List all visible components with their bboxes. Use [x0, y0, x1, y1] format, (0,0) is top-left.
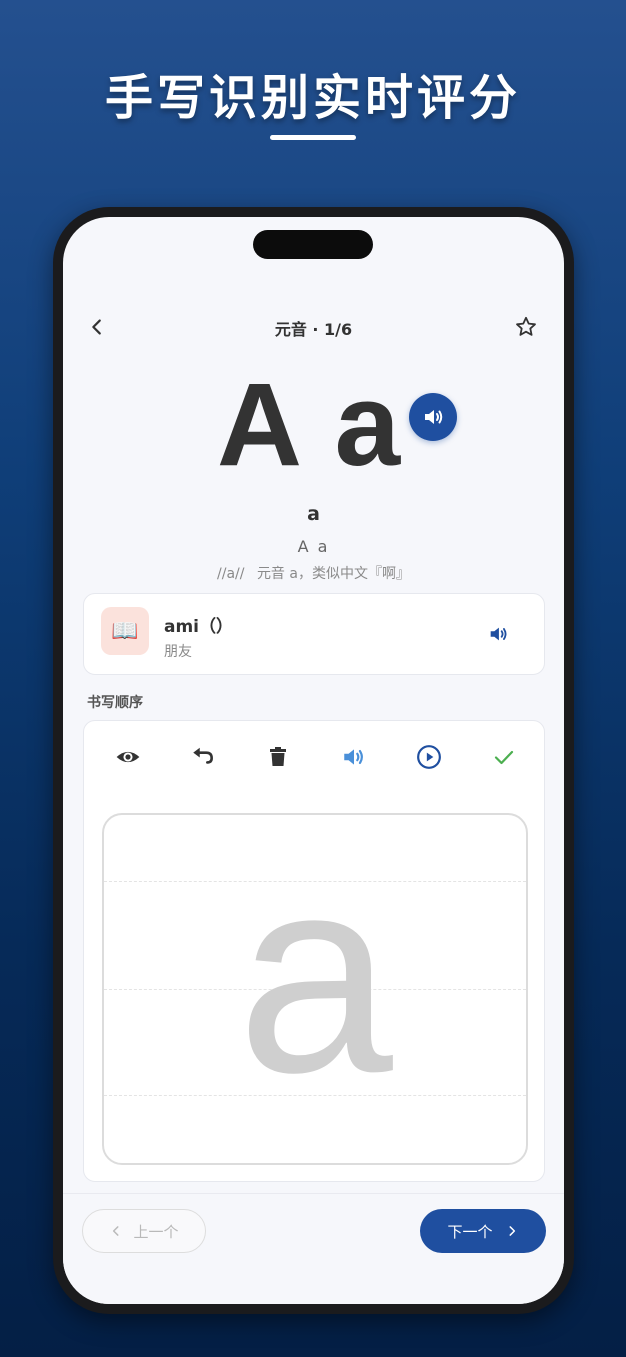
top-bar: 元音 · 1/6	[63, 307, 564, 347]
chevron-left-icon	[113, 1226, 119, 1236]
word-speak-button[interactable]	[486, 622, 510, 646]
next-button[interactable]: 下一个	[420, 1209, 546, 1253]
letter-pair: A a	[297, 537, 330, 556]
eye-icon	[116, 751, 140, 763]
example-word: ami（）	[164, 617, 234, 637]
undo-icon	[193, 747, 214, 764]
play-sound-button[interactable]	[336, 739, 372, 775]
chevron-right-icon	[508, 1226, 515, 1236]
headline-underline	[270, 135, 356, 140]
example-word-meaning: 朋友	[164, 644, 192, 660]
writing-card: a	[83, 720, 545, 1182]
speaker-icon	[343, 749, 363, 765]
speaker-icon	[490, 627, 507, 641]
phonetic-row: //a// 元音 a，类似中文『啊』	[63, 563, 564, 583]
check-icon	[494, 750, 514, 765]
undo-button[interactable]	[185, 739, 221, 775]
promo-headline: 手写识别实时评分	[104, 70, 521, 126]
favorite-button[interactable]	[510, 311, 542, 343]
phone-frame: 元音 · 1/6 A a a A a //a// 元音 a，类似中文『啊』 📖 …	[53, 207, 574, 1314]
clear-button[interactable]	[260, 739, 296, 775]
writing-toolbar	[98, 739, 534, 775]
show-guide-button[interactable]	[110, 739, 146, 775]
letter-name: a	[307, 503, 320, 525]
play-animation-button[interactable]	[411, 739, 447, 775]
next-label: 下一个	[447, 1222, 493, 1241]
submit-button[interactable]	[486, 739, 522, 775]
guide-letter: a	[237, 819, 393, 1131]
play-circle-icon	[416, 745, 441, 769]
dynamic-island	[253, 230, 373, 259]
book-icon: 📖	[101, 607, 149, 655]
writing-canvas[interactable]: a	[102, 813, 528, 1165]
phonetic-symbol: //a//	[217, 566, 245, 582]
previous-label: 上一个	[133, 1222, 179, 1241]
letter-speak-button[interactable]	[409, 393, 457, 441]
star-outline-icon	[516, 316, 536, 336]
speaker-icon	[425, 410, 443, 424]
example-word-card[interactable]: 📖 ami（） 朋友	[83, 593, 545, 675]
section-label-stroke-order: 书写顺序	[87, 695, 143, 711]
book-emoji: 📖	[111, 618, 139, 644]
bottom-navigation: 上一个 下一个	[63, 1193, 564, 1304]
letter-display: A a	[216, 359, 403, 491]
app-screen: 元音 · 1/6 A a a A a //a// 元音 a，类似中文『啊』 📖 …	[63, 217, 564, 1304]
trash-icon	[270, 747, 287, 766]
phonetic-description: 元音 a，类似中文『啊』	[256, 566, 410, 582]
previous-button[interactable]: 上一个	[82, 1209, 206, 1253]
page-title: 元音 · 1/6	[274, 320, 353, 339]
